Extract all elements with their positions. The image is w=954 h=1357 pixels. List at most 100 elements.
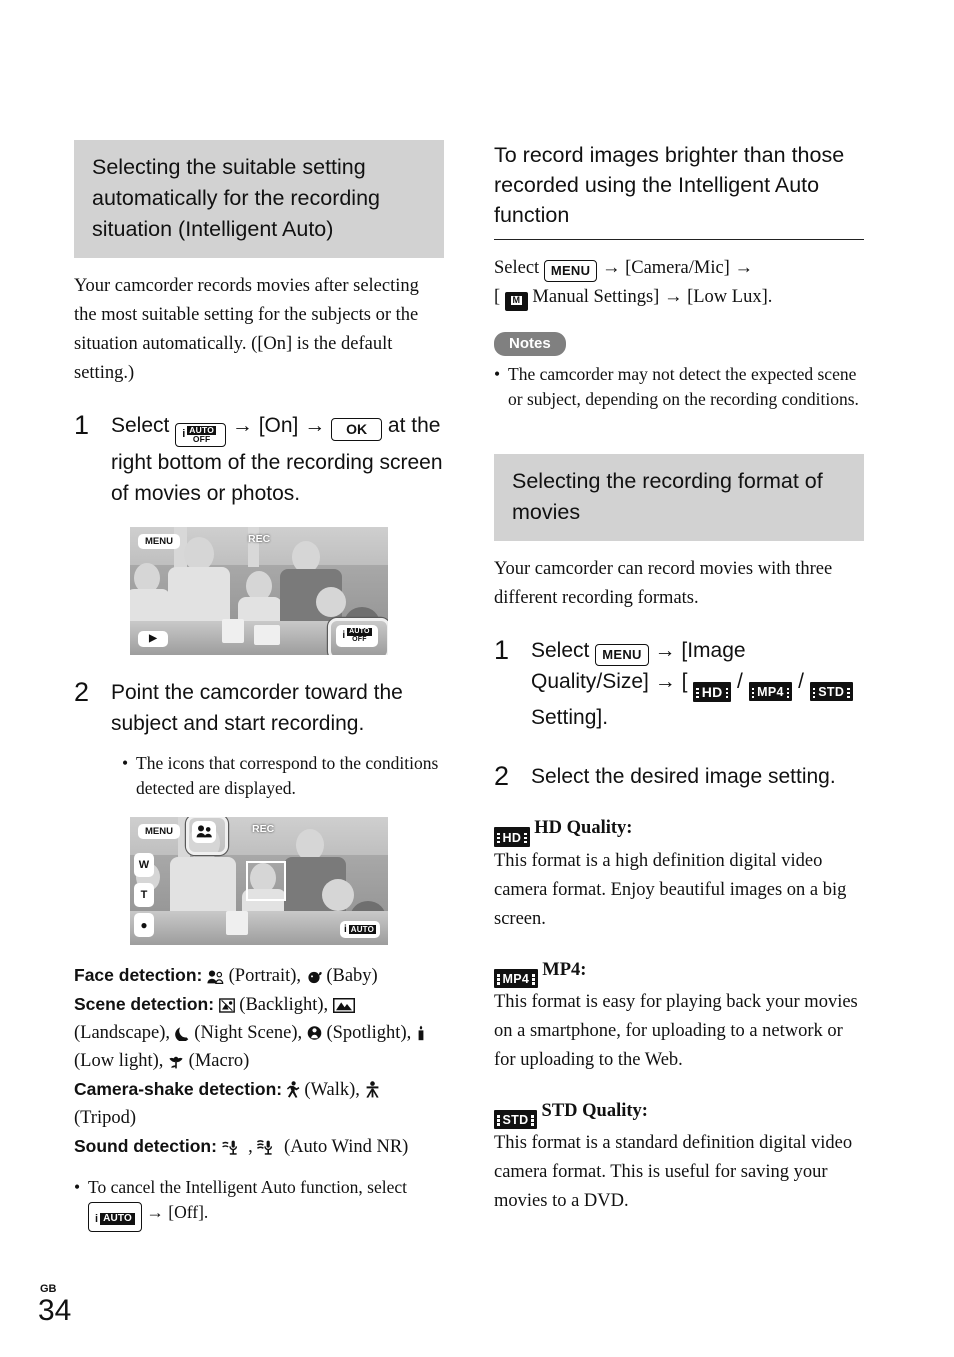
- i-auto-off-icon[interactable]: i AUTO OFF: [175, 422, 227, 447]
- detection-label-shake: Camera-shake detection:: [74, 1078, 283, 1099]
- format-mp4-title: MP4:: [542, 959, 587, 980]
- screen-mock-2-wrap: MENU REC W T ● i AUTO: [130, 816, 444, 945]
- format-hd-title-line: HD HD Quality:: [494, 814, 864, 847]
- format-hd-title: HD Quality:: [534, 818, 633, 839]
- std-badge-label: STD: [502, 1113, 529, 1127]
- hd-badge-icon: HD: [693, 682, 732, 703]
- arrow-icon: →: [601, 258, 621, 278]
- walk-icon: [286, 1080, 300, 1098]
- detection-name-low-light: (Low light),: [74, 1050, 164, 1071]
- detection-label-sound: Sound detection:: [74, 1135, 217, 1156]
- detection-name-walk: (Walk),: [304, 1079, 360, 1100]
- screen-2-menu-button[interactable]: MENU: [138, 823, 180, 839]
- select-label: Select: [531, 639, 590, 662]
- screen-2-rec-indicator: REC: [252, 822, 275, 835]
- detection-name-sound-2: (Auto Wind NR): [284, 1136, 409, 1157]
- mp4-badge-icon: MP4: [748, 682, 793, 702]
- right-column: To record images brighter than those rec…: [494, 140, 864, 1216]
- detection-name-tripod: (Tripod): [74, 1107, 137, 1128]
- mp4-badge-label: MP4: [757, 685, 784, 700]
- menu-icon[interactable]: MENU: [543, 260, 598, 282]
- manual-page: Selecting the suitable setting automatic…: [0, 0, 954, 1357]
- slash-1: /: [736, 670, 743, 693]
- left-column: Selecting the suitable setting automatic…: [74, 140, 444, 1232]
- detection-name-portrait: (Portrait),: [228, 965, 302, 986]
- std-badge-icon: STD: [809, 682, 853, 702]
- hd-badge-icon: HD: [494, 827, 530, 847]
- bullet-text: The icons that correspond to the conditi…: [136, 752, 439, 798]
- screen-2-person-woman-head: [322, 878, 354, 911]
- arrow-icon-1: →: [231, 413, 253, 437]
- step-1-select-label: Select: [111, 414, 170, 437]
- screen-2-iauto-button[interactable]: i AUTO: [340, 920, 380, 938]
- camcorder-screen-2: MENU REC W T ● i AUTO: [130, 816, 388, 945]
- screen-1-menu-button[interactable]: MENU: [138, 533, 180, 549]
- bullet-dot-icon: •: [494, 364, 501, 384]
- format-hd: HD HD Quality: This format is a high def…: [494, 814, 864, 933]
- wind-mic-high-icon: [257, 1139, 279, 1155]
- hd-badge-label: HD: [701, 684, 723, 701]
- ok-icon[interactable]: OK: [331, 418, 383, 441]
- std-badge-icon: STD: [494, 1109, 537, 1129]
- night-scene-icon: [174, 1026, 190, 1041]
- zoom-wide-button[interactable]: W: [134, 852, 154, 877]
- arrow-icon-2: →: [304, 413, 326, 437]
- intelligent-auto-intro: Your camcorder records movies after sele…: [74, 276, 419, 383]
- step-1-number: 1: [74, 410, 90, 440]
- detection-name-backlight: (Backlight),: [239, 994, 329, 1015]
- screen-1-person-boy-body: [168, 566, 230, 627]
- step-2-number: 2: [74, 676, 90, 707]
- screen-2-person-boy-body: [170, 856, 236, 919]
- slash-2: /: [798, 670, 804, 693]
- detection-name-spotlight: (Spotlight),: [326, 1022, 412, 1043]
- detection-name-baby: (Baby): [326, 965, 378, 986]
- detection-label-scene: Scene detection:: [74, 993, 215, 1014]
- section-heading-intelligent-auto: Selecting the suitable setting automatic…: [74, 140, 444, 258]
- detection-group-shake: Camera-shake detection: (Walk), (Tripod): [74, 1075, 444, 1132]
- format-hd-body: This format is a high definition digital…: [494, 850, 847, 929]
- bracket-open: [: [494, 287, 501, 307]
- format-step-1: 1 Select MENU → [Image Quality/Size] → […: [494, 635, 864, 733]
- format-step-2-text: Select the desired image setting.: [531, 765, 836, 789]
- bullet-item: • The icons that correspond to the condi…: [122, 751, 444, 801]
- i-auto-icon[interactable]: i AUTO: [88, 1201, 143, 1232]
- detection-name-night-scene: (Night Scene),: [194, 1022, 303, 1043]
- macro-icon: [168, 1053, 184, 1069]
- menu-icon[interactable]: MENU: [595, 644, 649, 666]
- menu-path-low-lux: [Low Lux].: [687, 287, 773, 307]
- screen-1-person-woman-head: [316, 586, 346, 617]
- record-button[interactable]: ●: [134, 912, 154, 937]
- step-2-text: Point the camcorder toward the subject a…: [111, 680, 403, 735]
- screen-1-highlight-box: [328, 617, 388, 655]
- screen-2-person-man-head: [296, 828, 324, 861]
- notes-list: • The camcorder may not detect the expec…: [494, 362, 864, 412]
- screen-1-playback-button[interactable]: ▶: [138, 630, 168, 647]
- zoom-tele-button[interactable]: T: [134, 882, 154, 907]
- bullet-dot-icon: •: [122, 752, 129, 773]
- wind-mic-low-icon: [221, 1139, 244, 1155]
- screen-1-person-boy-head: [184, 536, 214, 571]
- bracket-open: [: [681, 670, 688, 693]
- screen-1-person-man-head: [292, 540, 320, 573]
- screen-2-highlight-box: [186, 816, 228, 855]
- format-step-1-tail: Setting].: [531, 706, 609, 730]
- screen-1-gift: [254, 624, 280, 645]
- arrow-icon: →: [734, 258, 753, 278]
- manual-settings-icon: M: [504, 292, 528, 311]
- recording-format-intro: Your camcorder can record movies with th…: [494, 559, 833, 608]
- face-detection-frame: [246, 860, 286, 901]
- arrow-icon: →: [663, 287, 683, 307]
- arrow-icon: →: [654, 638, 676, 662]
- format-std: STD STD Quality: This format is a standa…: [494, 1097, 864, 1216]
- step-1-text: Select i AUTO OFF → [On] → OK at the rig…: [111, 410, 444, 509]
- std-badge-label: STD: [818, 685, 845, 700]
- mp4-badge-label: MP4: [502, 971, 530, 986]
- format-std-body: This format is a standard definition dig…: [494, 1133, 853, 1211]
- mp4-badge-icon: MP4: [494, 968, 538, 988]
- format-mp4-body: This format is easy for playing back you…: [494, 991, 858, 1070]
- detection-group-face: Face detection: (Portrait), (Baby): [74, 961, 444, 990]
- section-heading-low-lux: To record images brighter than those rec…: [494, 140, 864, 240]
- step-2: 2 Point the camcorder toward the subject…: [74, 677, 444, 739]
- detection-name-sound-1: ,: [248, 1136, 253, 1157]
- backlight-icon: [218, 997, 235, 1013]
